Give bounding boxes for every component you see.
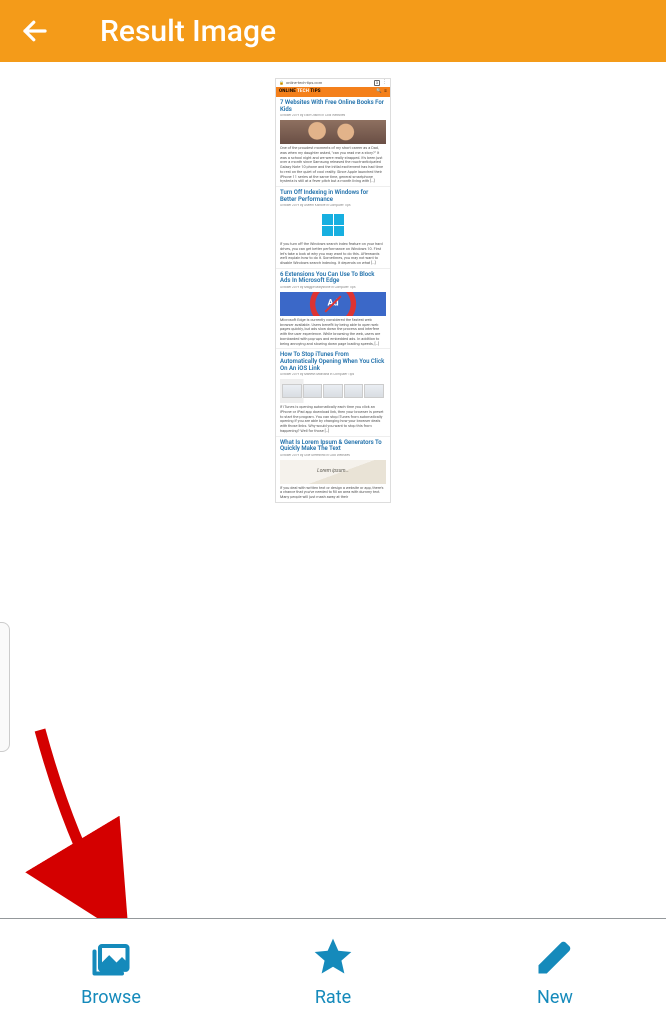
browse-button[interactable]: Browse xyxy=(0,919,222,1024)
cap-thumb-kids xyxy=(280,120,386,144)
arrow-back-icon xyxy=(20,16,50,46)
lock-icon: 🔒 xyxy=(279,81,284,86)
cap-article: 6 Extensions You Can Use To Block Ads In… xyxy=(276,269,390,350)
windows-logo-icon xyxy=(322,214,344,236)
annotation-arrow-icon xyxy=(10,720,170,918)
new-label: New xyxy=(537,987,573,1008)
cap-thumb-lorem: Lorem ipsum… xyxy=(280,460,386,484)
hamburger-icon: ≡ xyxy=(384,89,387,94)
cap-thumb-windows xyxy=(280,210,386,240)
cap-article: 7 Websites With Free Online Books For Ki… xyxy=(276,97,390,187)
browse-label: Browse xyxy=(81,987,141,1008)
captured-screenshot: 🔒 online-tech-tips.com 3 ⋮ ONLINETECHTIP… xyxy=(275,78,391,503)
cap-site-header: ONLINETECHTIPS 🔍 ≡ xyxy=(276,87,390,97)
cap-url: online-tech-tips.com xyxy=(286,81,372,86)
app-bar: Result Image xyxy=(0,0,666,62)
cap-article: Turn Off Indexing in Windows for Better … xyxy=(276,187,390,269)
new-button[interactable]: New xyxy=(444,919,666,1024)
cap-browser-bar: 🔒 online-tech-tips.com 3 ⋮ xyxy=(276,79,390,87)
search-icon: 🔍 xyxy=(376,89,382,94)
rate-label: Rate xyxy=(315,987,351,1008)
cap-article: How To Stop iTunes From Automatically Op… xyxy=(276,349,390,436)
cap-thumb-adblock: Ad xyxy=(280,292,386,316)
gallery-icon xyxy=(89,935,133,979)
cap-thumb-itunes xyxy=(280,379,386,403)
kebab-icon: ⋮ xyxy=(382,80,387,86)
rate-button[interactable]: Rate xyxy=(222,919,444,1024)
star-icon xyxy=(311,935,355,979)
back-button[interactable] xyxy=(14,10,56,52)
pencil-icon xyxy=(533,935,577,979)
bottom-action-bar: Browse Rate New xyxy=(0,918,666,1024)
result-canvas[interactable]: 🔒 online-tech-tips.com 3 ⋮ ONLINETECHTIP… xyxy=(0,62,666,918)
fast-scroll-handle[interactable] xyxy=(0,622,10,752)
page-title: Result Image xyxy=(100,14,276,49)
cap-article: What Is Lorem Ipsum & Generators To Quic… xyxy=(276,437,390,502)
cap-tabcount: 3 xyxy=(374,80,380,87)
